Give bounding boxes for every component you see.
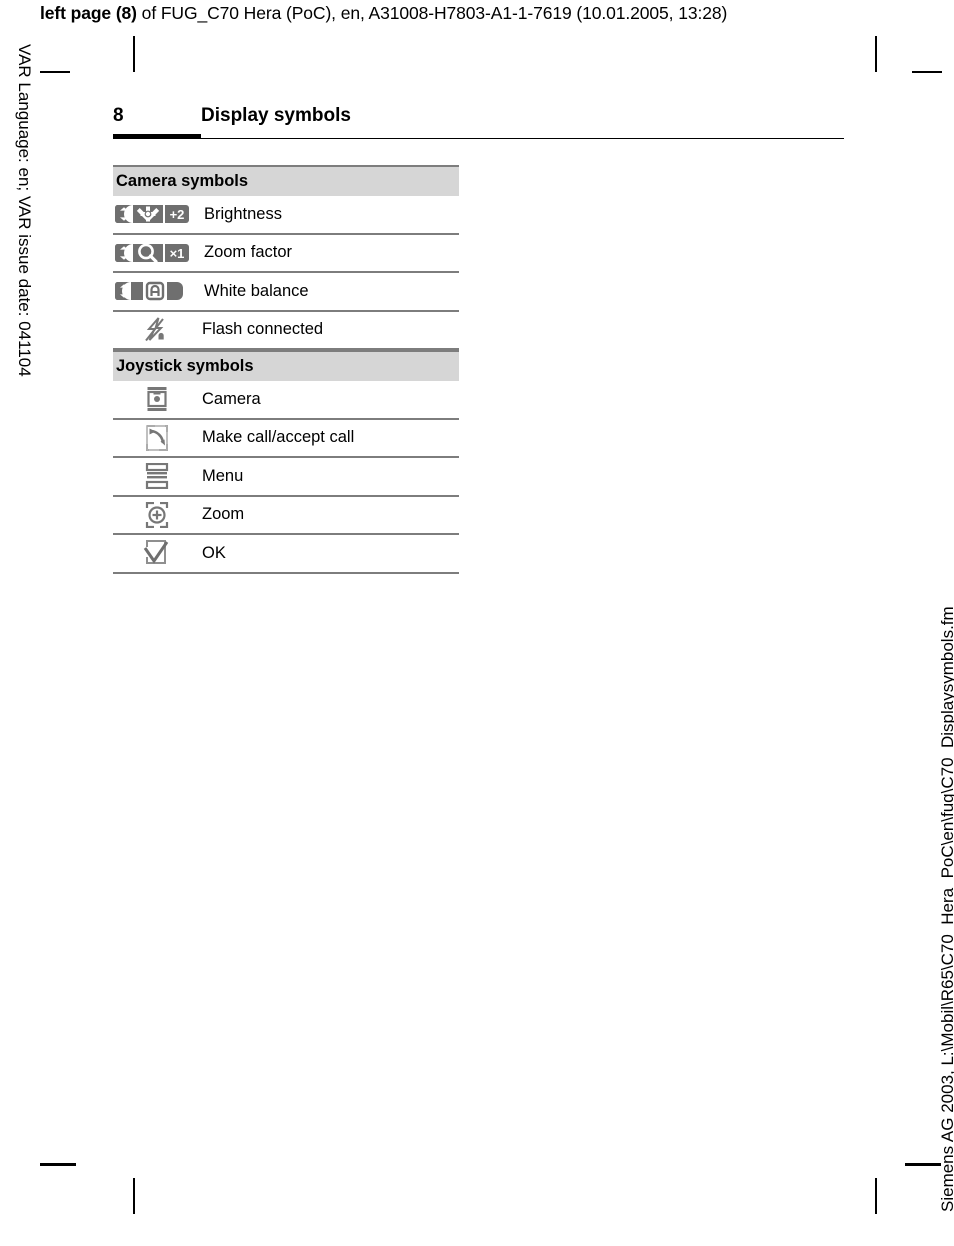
symbol-label: Menu [202, 466, 244, 485]
joystick-zoom-icon [113, 501, 201, 528]
symbol-label: Flash connected [202, 320, 324, 339]
siemens-source-path-note: Siemens AG 2003, L:\Mobil\R65\C70_Hera_P… [938, 606, 954, 1212]
table-row: ×1 Zoom factor [113, 235, 459, 273]
trim-mark-left-bottom [40, 1163, 76, 1166]
camera-brightness-icon: +2 [113, 202, 203, 226]
section-header-joystick-symbols: Joystick symbols [113, 350, 459, 381]
page-title: Display symbols [201, 105, 351, 126]
symbol-label: Zoom [202, 505, 245, 524]
section-title: Camera symbols [116, 172, 249, 190]
display-symbols-table: Camera symbols +2 Brightness ×1 Zoom fac… [113, 165, 459, 574]
section-title: Joystick symbols [116, 357, 254, 375]
table-row: Make call/accept call [113, 420, 459, 458]
trim-mark-right-top [912, 71, 942, 73]
table-row: OK [113, 535, 459, 574]
table-row: Camera [113, 381, 459, 420]
zoom-factor-value-text: ×1 [170, 246, 185, 261]
joystick-make-call-icon [113, 424, 201, 452]
print-header-rest: of FUG_C70 Hera (PoC), en, A31008-H7803-… [136, 3, 728, 23]
page-number: 8 [113, 105, 124, 126]
var-language-note: VAR Language: en; VAR issue date: 041104 [15, 44, 34, 377]
joystick-menu-icon [113, 463, 201, 490]
page-header-rule [113, 138, 844, 139]
joystick-ok-icon [113, 539, 201, 567]
trim-mark-left-top [40, 71, 70, 73]
table-row: +2 Brightness [113, 196, 459, 235]
camera-zoom-factor-icon: ×1 [113, 241, 203, 265]
table-row: Flash connected [113, 312, 459, 350]
table-row: Zoom [113, 497, 459, 535]
table-row: Menu [113, 458, 459, 497]
symbol-label: Make call/accept call [202, 428, 355, 447]
symbol-label: White balance [204, 281, 309, 300]
crop-mark-bottom-left [133, 1178, 135, 1214]
brightness-value-text: +2 [170, 207, 185, 222]
flash-connected-icon [113, 316, 201, 344]
symbol-label: Camera [202, 389, 261, 408]
page-header: 8 Display symbols [113, 105, 853, 133]
joystick-camera-icon [113, 386, 201, 412]
crop-mark-bottom-right [875, 1178, 877, 1214]
symbol-label: Zoom factor [204, 243, 293, 262]
camera-white-balance-icon [113, 279, 203, 303]
page-header-rule-accent [113, 134, 201, 139]
symbol-label: OK [202, 543, 226, 562]
trim-mark-right-bottom [905, 1163, 941, 1166]
section-header-camera-symbols: Camera symbols [113, 165, 459, 196]
print-header-bold: left page (8) [40, 3, 137, 23]
print-header: left page (8) of FUG_C70 Hera (PoC), en,… [40, 3, 727, 24]
table-row: White balance [113, 273, 459, 312]
crop-mark-top-right [875, 36, 877, 72]
crop-mark-top-left [133, 36, 135, 72]
symbol-label: Brightness [204, 204, 282, 223]
